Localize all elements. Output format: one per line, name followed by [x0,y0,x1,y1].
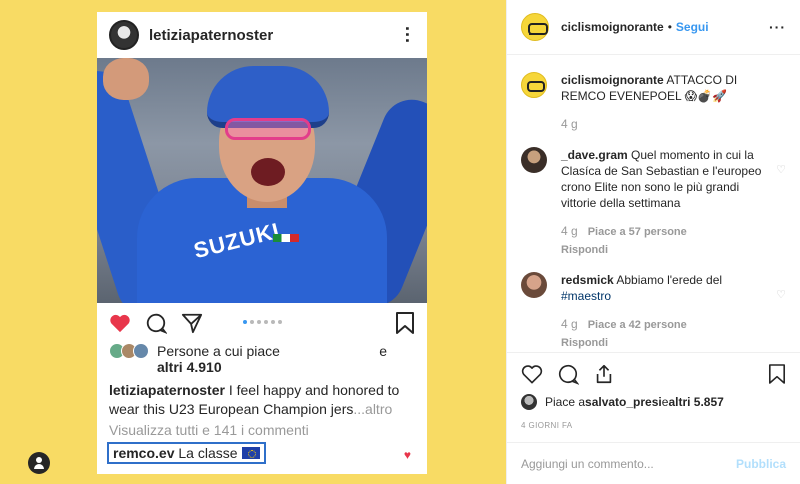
comment-heart-icon: ♥ [403,448,411,462]
more-options-icon[interactable]: ··· [769,19,786,35]
comment-user[interactable]: ciclismoignorante [561,73,664,87]
bookmark-icon [396,312,414,334]
post-date[interactable]: 4 GIORNI FA [521,421,573,430]
view-all-comments: Visualizza tutti e 141 i commenti [109,422,309,438]
cyclist-photo: SUZUKI [97,58,427,303]
add-comment-bar: Aggiungi un commento... Pubblica [507,442,800,484]
share-upload-icon[interactable] [593,363,615,385]
caption-more: ...altro [353,401,393,417]
comment-time[interactable]: 4 g [561,317,578,331]
bookmark-icon[interactable] [768,363,786,385]
embedded-post-header: letiziapaternoster ··· [97,12,427,58]
embedded-caption: letiziapaternoster I feel happy and hono… [97,375,427,419]
comment-icon[interactable] [557,363,579,385]
liked-by-user[interactable]: salvato_presi [585,395,662,409]
comment-icon [146,313,167,334]
reply-button[interactable]: Rispondi [561,242,766,258]
post-header: ciclismoignorante • Segui ··· [507,0,800,55]
account-username[interactable]: ciclismoignorante [561,20,664,34]
liker-avatar[interactable] [521,394,537,410]
liker-avatars [109,343,149,359]
list-item: redsmick Abbiamo l'erede del #maestro 4 … [521,272,786,351]
separator-dot: • [667,20,672,34]
caption-comment: ciclismoignorante ATTACCO DI REMCO EVENE… [521,72,786,133]
carousel-dots [243,320,282,324]
embedded-username: letiziapaternoster [149,26,274,44]
comment-likes[interactable]: Piace a 42 persone [588,319,687,331]
comment-user[interactable]: redsmick [561,273,614,287]
post-side-panel: ciclismoignorante • Segui ··· ciclismoig… [506,0,800,484]
heart-filled-icon [110,314,130,333]
follow-button[interactable]: Segui [676,20,709,34]
likes-label: Persone a cui piace [157,343,280,359]
italian-flag-icon [273,234,299,242]
comments-list[interactable]: ciclismoignorante ATTACCO DI REMCO EVENE… [507,56,800,352]
liked-by-others[interactable]: altri 5.857 [668,395,723,409]
post-image[interactable]: letiziapaternoster ··· SUZUKI Persone a … [0,0,506,484]
caption-user: letiziapaternoster [109,382,225,398]
share-icon [181,313,203,334]
reply-button[interactable]: Rispondi [561,335,766,351]
hashtag-link[interactable]: #maestro [561,289,611,303]
liked-by: Piace a salvato_presi e altri 5.857 [521,394,786,410]
post-actions [507,352,800,394]
likes-suffix: e [379,343,387,359]
commenter-avatar[interactable] [521,272,547,298]
commenter-avatar[interactable] [521,72,547,98]
account-avatar[interactable] [521,13,549,41]
comment-user[interactable]: _dave.gram [561,148,628,162]
glasses [225,118,311,140]
liked-by-suffix: e [661,395,669,409]
likes-count: altri 4.910 [157,359,222,375]
embedded-post-screenshot: letiziapaternoster ··· SUZUKI Persone a … [97,12,427,474]
comment-input[interactable]: Aggiungi un commento... [521,457,736,471]
embedded-avatar [109,20,139,50]
embedded-likes: Persone a cui piace altri 4.910 e [97,343,427,375]
highlighted-comment-user: remco.ev [113,445,175,461]
publish-button[interactable]: Pubblica [736,457,786,471]
like-comment-heart-icon[interactable]: ♡ [776,288,786,301]
embedded-actions [97,303,427,343]
eu-flag-icon [241,447,260,459]
like-comment-heart-icon[interactable]: ♡ [776,163,786,176]
comment-text: Abbiamo l'erede del [613,273,723,287]
highlighted-comment-text: La classe [174,445,238,461]
like-heart-icon[interactable] [521,364,543,384]
comment-time[interactable]: 4 g [561,224,578,238]
list-item: _dave.gram Quel momento in cui la Clasíc… [521,147,786,258]
user-tag-icon[interactable] [28,452,50,474]
liked-by-prefix: Piace a [545,395,586,409]
comment-likes[interactable]: Piace a 57 persone [588,226,687,238]
more-vertical-icon: ··· [397,26,417,44]
highlighted-comment: remco.ev La classe [107,442,266,464]
comment-time[interactable]: 4 g [561,117,578,131]
commenter-avatar[interactable] [521,147,547,173]
